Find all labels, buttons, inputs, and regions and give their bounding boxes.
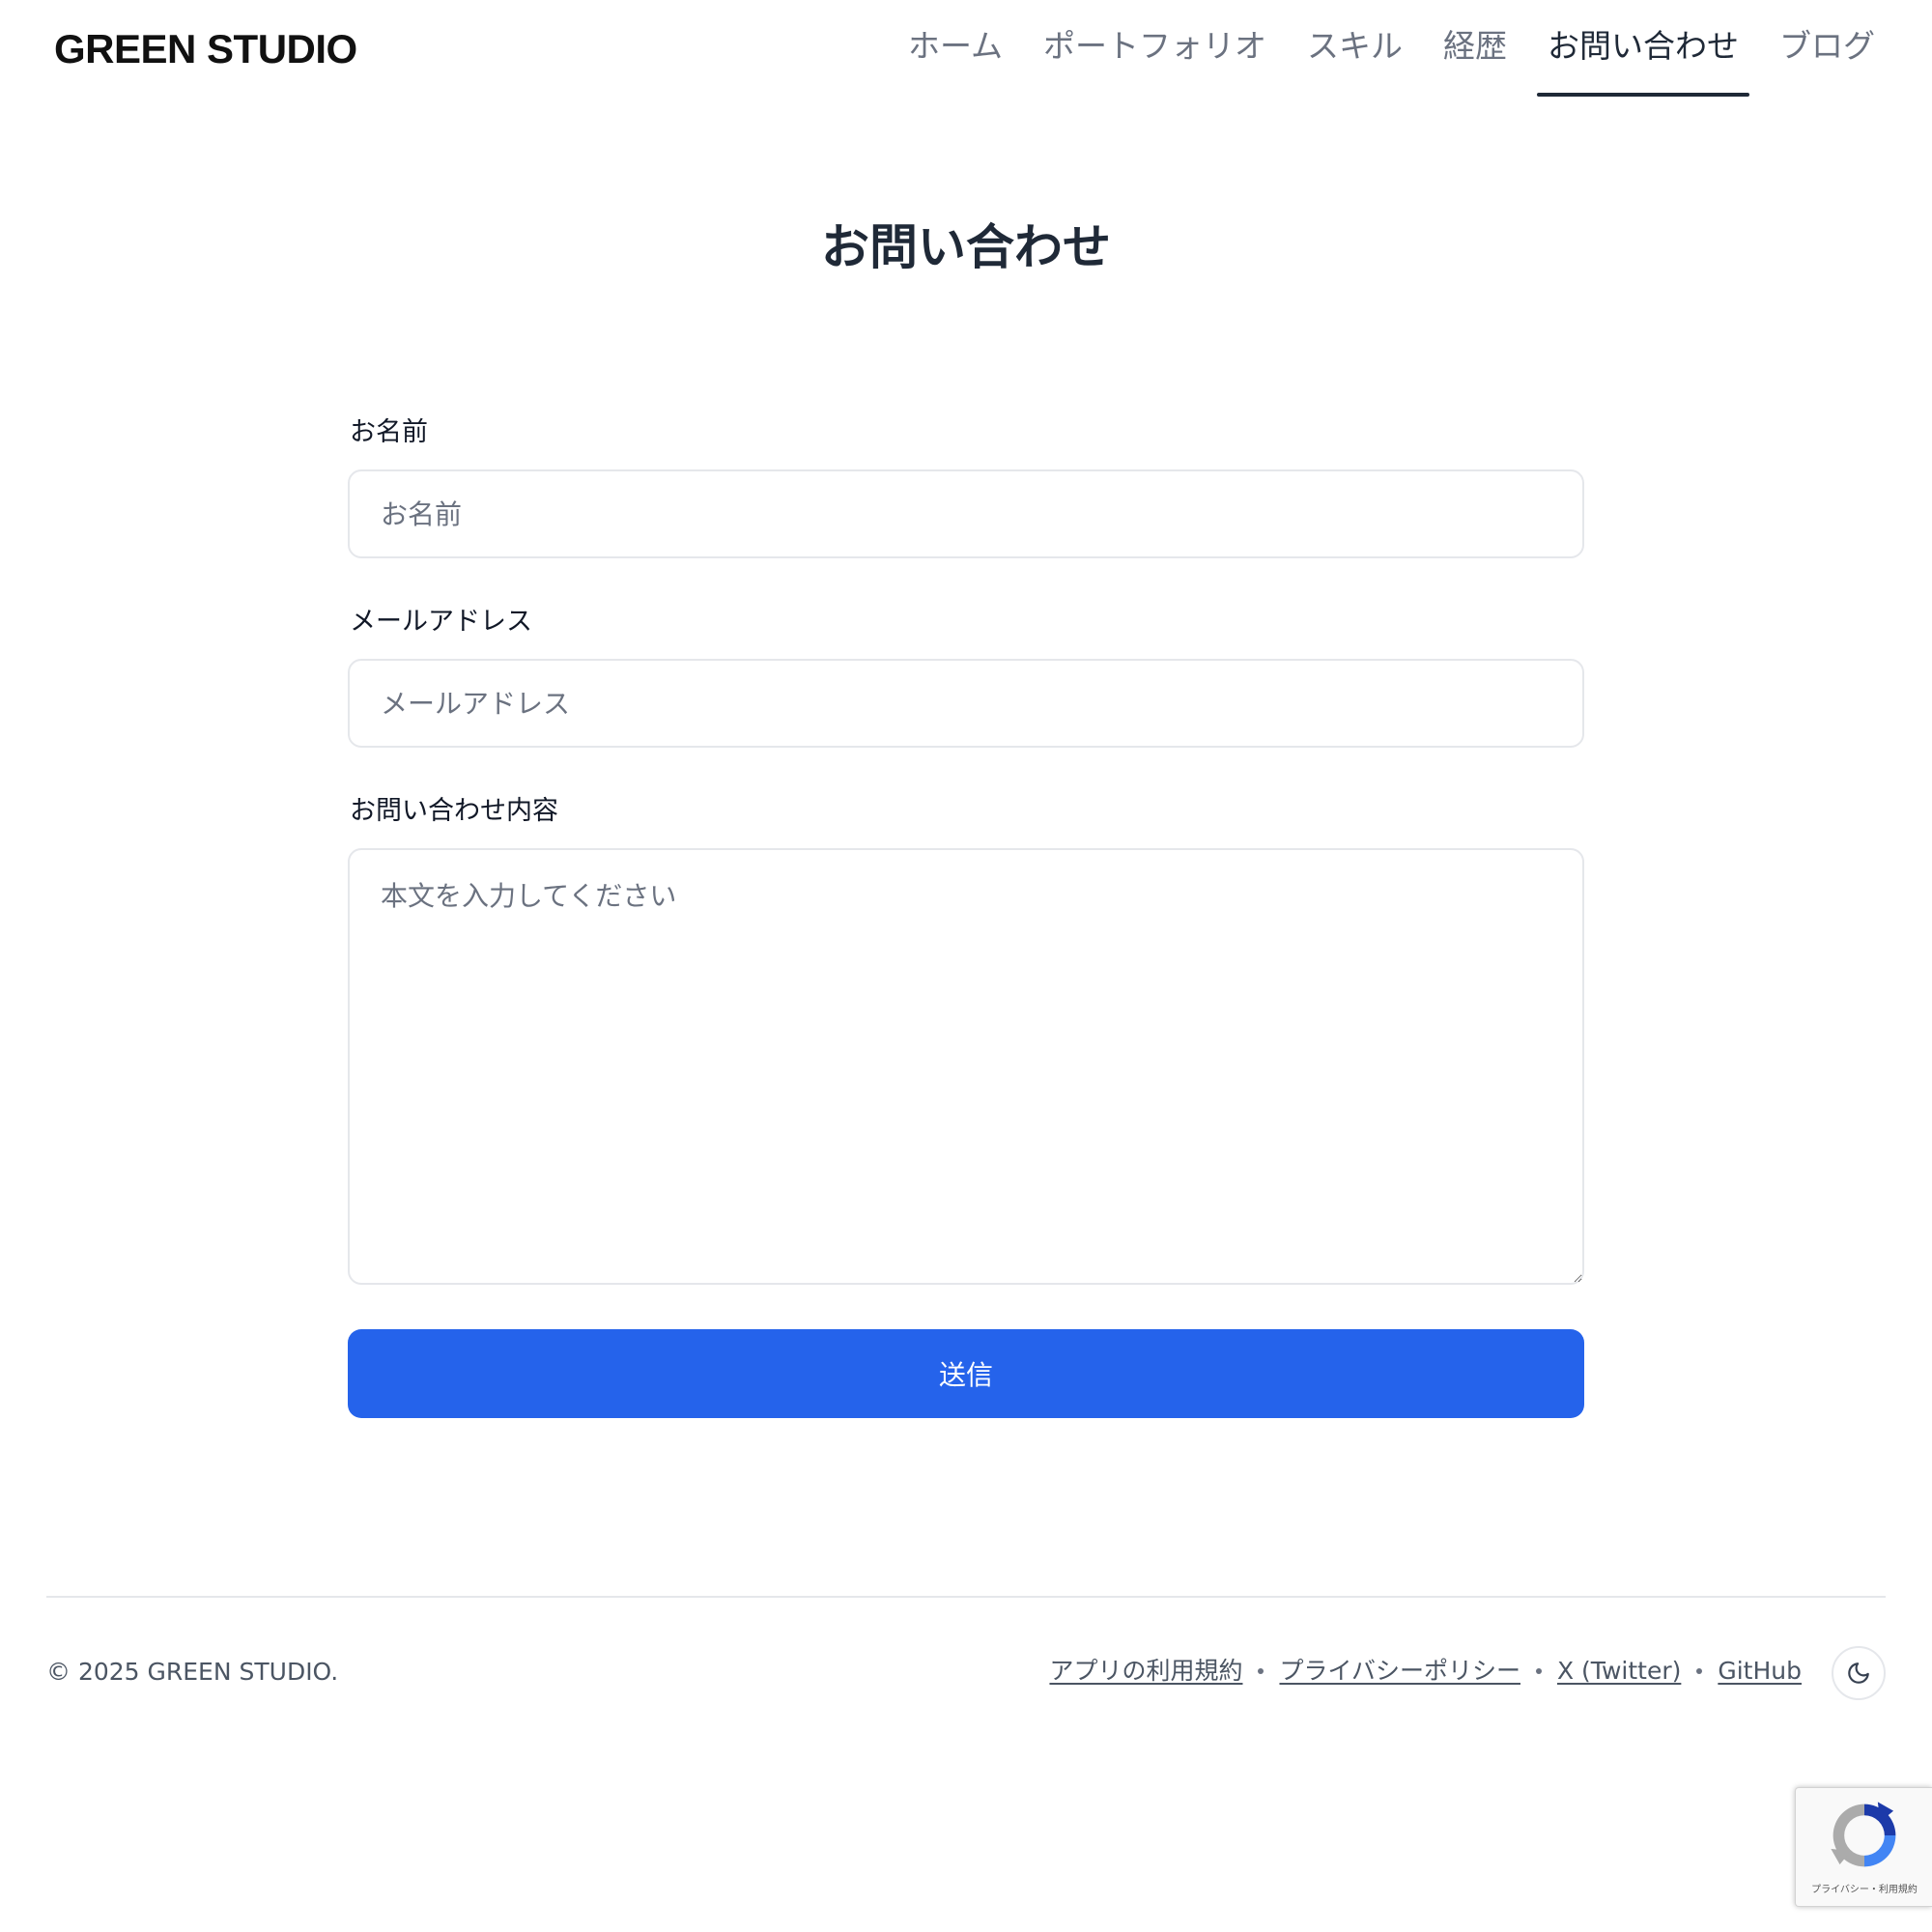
main-nav: ホーム ポートフォリオ スキル 経歴 お問い合わせ ブログ <box>888 17 1895 97</box>
page-title-text: お問い合わせ <box>821 219 1111 275</box>
theme-toggle-button[interactable] <box>1832 1646 1886 1700</box>
separator-dot <box>1696 1668 1703 1674</box>
submit-button[interactable]: 送信 <box>348 1329 1584 1418</box>
site-logo[interactable]: GREEN STUDIO <box>54 23 357 75</box>
separator-dot <box>1535 1668 1542 1674</box>
name-label: お名前 <box>350 417 428 447</box>
nav-item-label: お問い合わせ <box>1548 27 1739 65</box>
copyright: © 2025 GREEN STUDIO. <box>46 1658 339 1686</box>
email-field: メールアドレス <box>348 605 1584 748</box>
github-link[interactable]: GitHub <box>1718 1655 1802 1688</box>
recaptcha-badge[interactable]: プライバシー・利用規約 <box>1795 1787 1932 1907</box>
nav-item-blog[interactable]: ブログ <box>1759 17 1895 97</box>
nav-item-home[interactable]: ホーム <box>888 17 1023 97</box>
terms-link[interactable]: アプリの利用規約 <box>1049 1655 1242 1688</box>
message-field: お問い合わせ内容 <box>348 794 1584 1285</box>
footer-links: アプリの利用規約 プライバシーポリシー X (Twitter) GitHub <box>1049 1655 1802 1688</box>
name-field: お名前 <box>348 415 1584 558</box>
site-header: GREEN STUDIO ホーム ポートフォリオ スキル 経歴 お問い合わせ ブ… <box>0 0 1932 100</box>
privacy-link[interactable]: プライバシーポリシー <box>1279 1655 1520 1688</box>
name-input[interactable] <box>348 469 1584 558</box>
email-input[interactable] <box>348 659 1584 748</box>
moon-icon <box>1848 1662 1869 1684</box>
nav-item-label: ホーム <box>907 27 1003 65</box>
nav-item-label: ブログ <box>1779 27 1875 65</box>
message-textarea[interactable] <box>348 848 1584 1285</box>
email-label: メールアドレス <box>350 607 532 637</box>
message-label: お問い合わせ内容 <box>350 796 558 826</box>
separator-dot <box>1258 1668 1264 1674</box>
contact-form: お名前 メールアドレス お問い合わせ内容 送信 <box>348 415 1584 1418</box>
recaptcha-icon <box>1831 1802 1896 1867</box>
nav-item-skills[interactable]: スキル <box>1287 17 1423 97</box>
twitter-link[interactable]: X (Twitter) <box>1557 1655 1681 1688</box>
nav-item-career[interactable]: 経歴 <box>1423 17 1527 97</box>
recaptcha-terms[interactable]: プライバシー・利用規約 <box>1796 1881 1932 1895</box>
page-title: お問い合わせ <box>0 214 1932 280</box>
nav-item-label: 経歴 <box>1443 27 1507 65</box>
nav-item-contact[interactable]: お問い合わせ <box>1527 17 1759 97</box>
nav-item-label: ポートフォリオ <box>1043 27 1266 65</box>
nav-item-label: スキル <box>1307 27 1403 65</box>
footer-divider <box>46 1596 1886 1598</box>
nav-item-portfolio[interactable]: ポートフォリオ <box>1023 17 1287 97</box>
